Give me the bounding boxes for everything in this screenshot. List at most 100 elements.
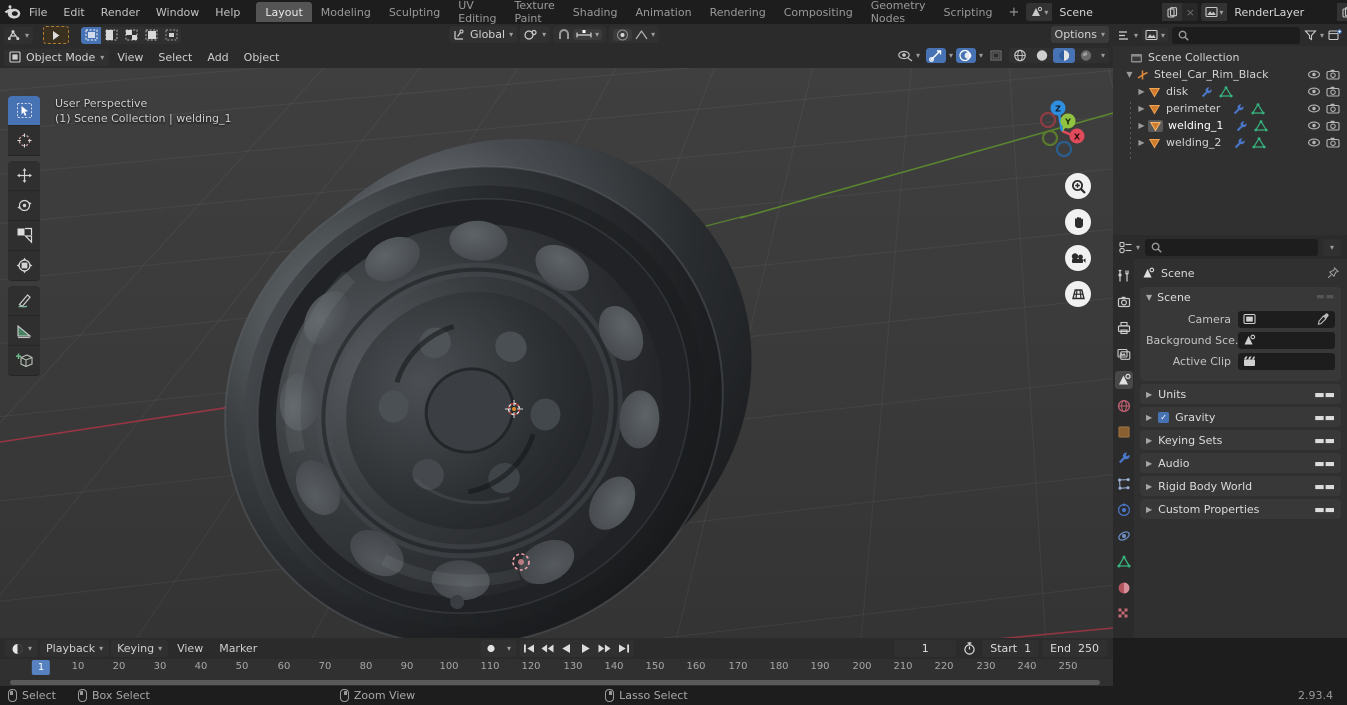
editor-type-3dview-icon[interactable]: ▾ bbox=[4, 26, 34, 44]
modifier-icon[interactable] bbox=[1200, 86, 1213, 98]
navigation-gizmo[interactable]: X Y Z bbox=[1027, 96, 1097, 166]
scene-name[interactable]: Scene bbox=[1052, 3, 1163, 21]
add-workspace-button[interactable]: + bbox=[1001, 5, 1026, 20]
snapping-group[interactable]: ▾ bbox=[553, 26, 607, 43]
disclosure-triangle-icon[interactable]: ▶ bbox=[1146, 436, 1152, 445]
measure-tool[interactable] bbox=[8, 316, 40, 346]
active-tool-button[interactable] bbox=[43, 26, 70, 44]
disclosure-triangle-icon[interactable]: ▶ bbox=[1146, 459, 1152, 468]
current-frame-field[interactable]: 1 bbox=[894, 640, 957, 657]
pivot-point-dropdown[interactable]: ▾ bbox=[520, 26, 551, 43]
viewport-menu-view[interactable]: View bbox=[110, 49, 150, 66]
properties-tab-material[interactable] bbox=[1115, 579, 1133, 597]
timeline-menu-playback[interactable]: Playback ▾ bbox=[40, 640, 110, 657]
disclosure-triangle-icon[interactable]: ▶ bbox=[1135, 87, 1148, 96]
properties-tab-texture[interactable] bbox=[1115, 605, 1133, 623]
play-reverse-button[interactable] bbox=[557, 640, 576, 657]
properties-options-dropdown[interactable]: ▾ bbox=[1323, 238, 1341, 256]
annotate-tool[interactable] bbox=[8, 286, 40, 316]
shading-wireframe-icon[interactable] bbox=[1009, 48, 1031, 63]
stopwatch-icon[interactable] bbox=[959, 640, 979, 657]
transform-orientation-dropdown[interactable]: Global ▾ bbox=[449, 26, 518, 43]
properties-search-input[interactable] bbox=[1145, 238, 1318, 256]
select-intersect-icon[interactable] bbox=[161, 27, 181, 44]
mesh-data-triangle-icon[interactable] bbox=[1251, 102, 1266, 115]
outliner-row-disk[interactable]: ▶ disk bbox=[1113, 83, 1347, 100]
gravity-panel[interactable]: ▶ ✓ Gravity ▬▬ bbox=[1140, 407, 1341, 427]
chevron-down-icon[interactable]: ▾ bbox=[949, 51, 953, 60]
move-tool[interactable] bbox=[8, 161, 40, 191]
chevron-down-icon[interactable]: ▾ bbox=[1097, 51, 1109, 60]
properties-tab-constraints[interactable] bbox=[1115, 527, 1133, 545]
keying-sets-panel[interactable]: ▶ Keying Sets ▬▬ bbox=[1140, 430, 1341, 450]
viewport-menu-select[interactable]: Select bbox=[151, 49, 199, 66]
timeline-playhead[interactable]: 1 bbox=[31, 660, 51, 675]
modifier-icon[interactable] bbox=[1235, 120, 1248, 132]
menu-render[interactable]: Render bbox=[93, 3, 148, 21]
overlays-icon[interactable] bbox=[955, 48, 976, 63]
timeline-scrollbar[interactable] bbox=[10, 680, 1100, 685]
eye-icon[interactable] bbox=[1307, 68, 1321, 81]
viewlayer-datablock[interactable]: ▾ RenderLayer × bbox=[1201, 3, 1347, 21]
units-panel[interactable]: ▶ Units ▬▬ bbox=[1140, 384, 1341, 404]
disclosure-triangle-icon[interactable]: ▶ bbox=[1135, 138, 1148, 147]
steel-car-rim-model[interactable] bbox=[0, 68, 1113, 638]
camera-icon[interactable] bbox=[1326, 136, 1340, 149]
viewlayer-name[interactable]: RenderLayer bbox=[1227, 3, 1338, 21]
filter-icon[interactable]: ▾ bbox=[1304, 29, 1324, 41]
properties-tab-object[interactable] bbox=[1115, 423, 1133, 441]
workspace-tab-uv-editing[interactable]: UV Editing bbox=[449, 0, 505, 25]
cursor-tool[interactable] bbox=[8, 126, 40, 156]
toggle-orthographic-icon[interactable] bbox=[1065, 281, 1091, 307]
select-invert-icon[interactable] bbox=[141, 27, 161, 44]
camera-field-input[interactable] bbox=[1238, 310, 1335, 328]
proportional-edit-icon[interactable] bbox=[613, 28, 633, 41]
properties-tab-viewlayer[interactable] bbox=[1115, 345, 1133, 363]
transform-tool[interactable] bbox=[8, 251, 40, 281]
eye-icon[interactable] bbox=[1307, 85, 1321, 98]
gravity-checkbox[interactable]: ✓ bbox=[1158, 411, 1170, 423]
mesh-data-triangle-icon[interactable] bbox=[1254, 119, 1268, 132]
rigid-body-world-panel[interactable]: ▶ Rigid Body World ▬▬ bbox=[1140, 476, 1341, 496]
auto-keying-record-icon[interactable] bbox=[480, 640, 502, 657]
outliner-search-input[interactable] bbox=[1172, 26, 1300, 44]
timeline-menu-marker[interactable]: Marker bbox=[212, 640, 264, 657]
eyedropper-icon[interactable] bbox=[1317, 313, 1329, 325]
scene-panel-header[interactable]: ▼ Scene ▬▬ bbox=[1140, 287, 1341, 307]
chevron-down-icon[interactable]: ▾ bbox=[979, 51, 983, 60]
new-viewlayer-icon[interactable] bbox=[1337, 3, 1347, 21]
new-scene-icon[interactable] bbox=[1162, 3, 1183, 21]
camera-icon[interactable] bbox=[1326, 102, 1340, 115]
background-scene-field-input[interactable] bbox=[1238, 331, 1335, 349]
tweak-select-tool[interactable] bbox=[8, 96, 40, 126]
eye-icon[interactable] bbox=[1307, 136, 1321, 149]
blender-logo-icon[interactable] bbox=[4, 1, 21, 23]
outliner-row-scene-collection[interactable]: Scene Collection bbox=[1113, 49, 1347, 66]
workspace-tab-compositing[interactable]: Compositing bbox=[775, 2, 862, 22]
toggle-camera-view-icon[interactable] bbox=[1065, 245, 1091, 271]
menu-file[interactable]: File bbox=[21, 3, 55, 21]
xray-toggle-icon[interactable] bbox=[986, 49, 1006, 62]
outliner-row-steel-car-rim-black[interactable]: ▼ Steel_Car_Rim_Black bbox=[1113, 66, 1347, 83]
outliner-display-mode-icon[interactable]: ▾ bbox=[1118, 29, 1138, 41]
scale-tool[interactable] bbox=[8, 221, 40, 251]
start-frame-field[interactable]: Start 1 bbox=[982, 640, 1040, 657]
play-button[interactable] bbox=[576, 640, 595, 657]
disclosure-triangle-icon[interactable]: ▶ bbox=[1135, 121, 1148, 130]
select-subtract-icon[interactable] bbox=[121, 27, 141, 44]
disclosure-triangle-icon[interactable]: ▼ bbox=[1123, 70, 1136, 79]
properties-tab-render[interactable] bbox=[1115, 293, 1133, 311]
custom-properties-panel[interactable]: ▶ Custom Properties ▬▬ bbox=[1140, 499, 1341, 519]
new-collection-icon[interactable] bbox=[1328, 29, 1342, 41]
workspace-tab-layout[interactable]: Layout bbox=[256, 2, 312, 22]
interaction-mode-dropdown[interactable]: Object Mode ▾ bbox=[4, 48, 110, 66]
jump-to-end-button[interactable] bbox=[614, 640, 633, 657]
workspace-tab-texture-paint[interactable]: Texture Paint bbox=[506, 0, 564, 25]
viewport-menu-object[interactable]: Object bbox=[237, 49, 287, 66]
properties-tab-modifier[interactable] bbox=[1115, 449, 1133, 467]
timeline-menu-keying[interactable]: Keying ▾ bbox=[111, 640, 169, 657]
editor-type-properties-icon[interactable]: ▾ bbox=[1119, 241, 1140, 254]
scene-datablock[interactable]: ▾ Scene × bbox=[1026, 3, 1199, 21]
timeline-menu-view[interactable]: View bbox=[170, 640, 210, 657]
viewport-options-dropdown[interactable]: Options ▾ bbox=[1050, 26, 1109, 43]
